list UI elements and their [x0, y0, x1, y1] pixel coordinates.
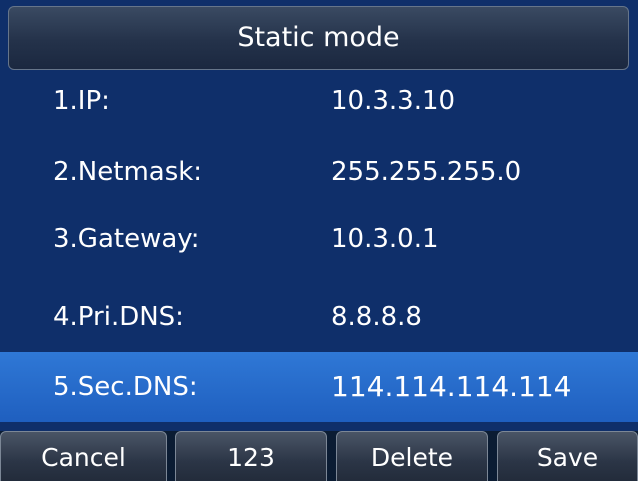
field-label-gateway: 3.Gateway: — [53, 224, 200, 254]
field-row-gateway[interactable]: 3.Gateway: 10.3.0.1 — [0, 210, 638, 268]
field-label-netmask: 2.Netmask: — [53, 157, 203, 187]
input-mode-button[interactable]: 123 — [175, 431, 327, 481]
field-value-sec-dns[interactable]: 114.114.114.114 — [331, 352, 571, 422]
field-row-netmask[interactable]: 2.Netmask: 255.255.255.0 — [0, 143, 638, 201]
field-row-pri-dns[interactable]: 4.Pri.DNS: 8.8.8.8 — [0, 288, 638, 346]
field-value-gateway: 10.3.0.1 — [331, 224, 439, 254]
page-title: Static mode — [8, 6, 629, 70]
field-value-pri-dns: 8.8.8.8 — [331, 302, 422, 332]
field-value-ip: 10.3.3.10 — [331, 86, 456, 116]
field-label-sec-dns: 5.Sec.DNS: — [53, 372, 198, 402]
field-label-pri-dns: 4.Pri.DNS: — [53, 302, 184, 332]
field-value-netmask: 255.255.255.0 — [331, 157, 522, 187]
cancel-button[interactable]: Cancel — [0, 431, 167, 481]
field-row-sec-dns[interactable]: 5.Sec.DNS: 114.114.114.114 — [0, 352, 638, 422]
save-button[interactable]: Save — [497, 431, 638, 481]
field-label-ip: 1.IP: — [53, 86, 110, 116]
phone-screen: Static mode 1.IP: 10.3.3.10 2.Netmask: 2… — [0, 0, 638, 481]
softkey-bar: Cancel 123 Delete Save — [0, 431, 638, 481]
field-row-ip[interactable]: 1.IP: 10.3.3.10 — [0, 72, 638, 130]
delete-button[interactable]: Delete — [336, 431, 488, 481]
